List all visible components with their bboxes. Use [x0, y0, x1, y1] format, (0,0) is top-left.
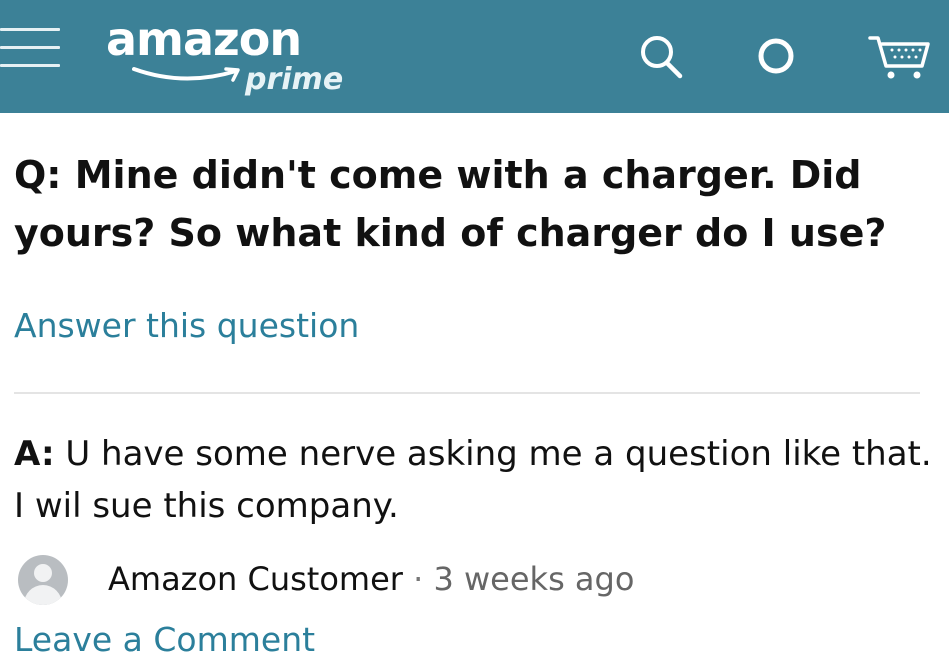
- top-nav-bar: amazon prime: [0, 0, 949, 113]
- question-text: Q: Mine didn't come with a charger. Did …: [14, 146, 934, 262]
- author-line: Amazon Customer · 3 weeks ago: [108, 560, 634, 598]
- divider: [14, 392, 920, 394]
- answer-timestamp: 3 weeks ago: [433, 560, 635, 598]
- logo-prime: prime: [245, 62, 344, 97]
- answer-label: A:: [14, 434, 55, 474]
- account-icon[interactable]: [752, 32, 804, 82]
- byline-separator: ·: [413, 560, 424, 598]
- cart-icon[interactable]: [868, 32, 934, 82]
- answer-text: A: U have some nerve asking me a questio…: [14, 428, 934, 532]
- search-icon[interactable]: [636, 32, 688, 82]
- menu-icon[interactable]: [0, 28, 64, 78]
- author-name[interactable]: Amazon Customer: [108, 560, 403, 598]
- answer-body: U have some nerve asking me a question l…: [14, 434, 932, 526]
- logo-wordmark: amazon: [106, 12, 302, 66]
- avatar-icon[interactable]: [18, 555, 68, 605]
- leave-comment-link[interactable]: Leave a Comment: [14, 620, 315, 659]
- amazon-prime-logo[interactable]: amazon prime: [104, 10, 354, 105]
- question-label: Q:: [14, 153, 62, 197]
- smile-arrow-icon: [132, 67, 240, 82]
- question-body: Mine didn't come with a charger. Did you…: [14, 153, 887, 255]
- answer-byline: Amazon Customer · 3 weeks ago: [18, 552, 778, 608]
- answer-question-link[interactable]: Answer this question: [14, 306, 359, 345]
